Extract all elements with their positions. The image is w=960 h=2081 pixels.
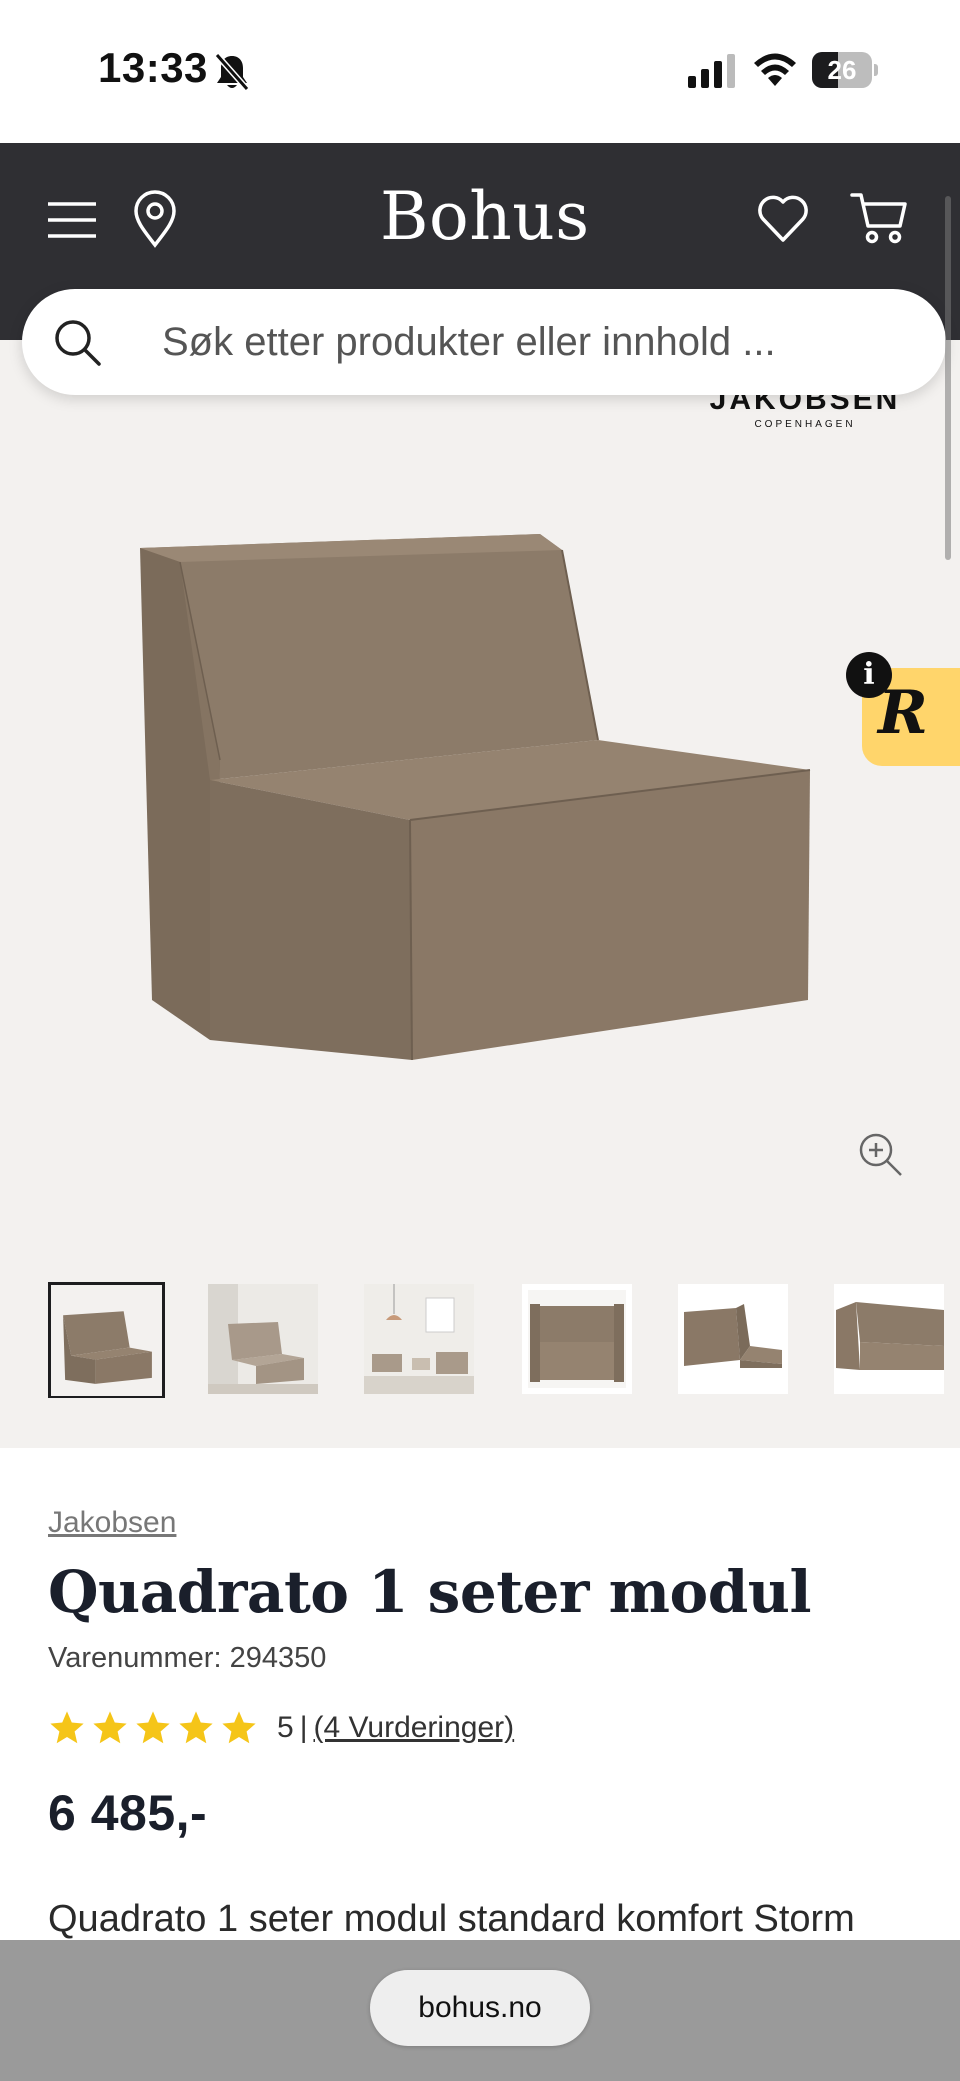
heart-icon[interactable]	[756, 192, 810, 244]
thumbnail-5[interactable]	[678, 1284, 788, 1394]
info-icon[interactable]: i	[846, 652, 892, 698]
thumbnail-2[interactable]	[208, 1284, 318, 1394]
star-icon	[136, 1711, 170, 1744]
product-price: 6 485,-	[48, 1785, 208, 1841]
thumbnail-3[interactable]	[364, 1284, 474, 1394]
menu-icon[interactable]	[48, 200, 96, 240]
thumbnail-strip[interactable]	[48, 1282, 960, 1398]
star-icon	[179, 1711, 213, 1744]
product-sku: Varenummer: 294350	[48, 1642, 327, 1674]
bell-off-icon	[214, 53, 250, 91]
reviews-link[interactable]: (4 Vurderinger)	[313, 1711, 514, 1745]
thumbnail-1[interactable]	[48, 1282, 165, 1398]
search-icon	[55, 320, 101, 366]
scrollbar[interactable]	[945, 196, 951, 560]
star-icon	[222, 1711, 256, 1744]
product-description: Quadrato 1 seter modul standard komfort …	[48, 1898, 855, 1940]
status-bar: 13:33 26	[0, 0, 960, 143]
star-icon	[93, 1711, 127, 1744]
bohus-logo[interactable]: Bohus	[380, 178, 589, 255]
rating-stars	[48, 1709, 263, 1747]
search-bar[interactable]	[22, 289, 946, 395]
cart-icon[interactable]	[850, 190, 908, 246]
wifi-icon	[754, 53, 796, 86]
url-bar[interactable]: bohus.no	[370, 1970, 590, 2046]
location-pin-icon[interactable]	[132, 190, 178, 248]
star-icon	[50, 1711, 84, 1744]
zoom-icon[interactable]	[856, 1130, 904, 1178]
product-title: Quadrato 1 seter modul	[48, 1558, 812, 1626]
battery-level: 26	[827, 55, 857, 85]
brand-link[interactable]: Jakobsen	[48, 1506, 176, 1540]
search-input[interactable]	[162, 289, 922, 395]
status-time: 13:33	[98, 44, 208, 91]
battery-icon: 26	[812, 52, 878, 88]
cellular-signal-icon	[688, 54, 735, 88]
product-image[interactable]	[130, 520, 830, 1080]
thumbnail-4[interactable]	[522, 1284, 632, 1394]
rating-separator: |	[299, 1711, 308, 1744]
thumbnail-6[interactable]	[834, 1284, 944, 1394]
rating: 5 | (4 Vurderinger)	[48, 1706, 514, 1750]
rating-score: 5	[277, 1711, 294, 1744]
